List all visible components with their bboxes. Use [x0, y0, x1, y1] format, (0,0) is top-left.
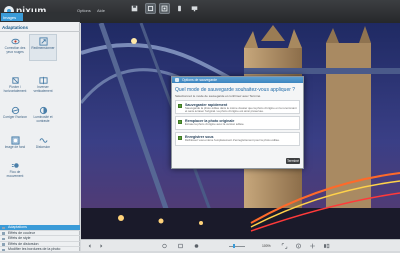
- option-description: Écrase la photo d'origine avec la versio…: [185, 122, 245, 126]
- tool-rotate[interactable]: Pivoter / horizontalement: [2, 74, 28, 99]
- compare-icon[interactable]: [323, 243, 330, 249]
- bottom-toolbar: 100%: [81, 239, 400, 251]
- screen-tool-button[interactable]: [189, 3, 200, 14]
- tool-label: Redimensionner: [31, 46, 55, 50]
- rotate-icon: [11, 77, 19, 84]
- tool-background[interactable]: Image de fond: [2, 134, 28, 159]
- tool-distort[interactable]: Distorsion: [30, 134, 56, 159]
- fullscreen-icon[interactable]: [281, 243, 288, 249]
- category-borders[interactable]: Modifier les bordures de la photo: [0, 247, 80, 253]
- dialog-icon: [175, 78, 179, 82]
- photo-canvas[interactable]: Options de sauvegarde Quel mode de sauve…: [81, 23, 400, 239]
- tool-red-eye[interactable]: Correction des yeux rouges: [2, 35, 28, 60]
- tool-label: Inverser verticalement: [33, 85, 53, 93]
- mobile-tool-button[interactable]: [174, 3, 185, 14]
- tool-horizon[interactable]: Corriger l'horizon: [2, 104, 28, 129]
- zoom-out-icon[interactable]: [161, 243, 168, 249]
- done-button[interactable]: Terminé: [286, 158, 300, 164]
- monitor-icon: [191, 6, 198, 12]
- fit-icon[interactable]: [177, 243, 184, 249]
- tool-label: Image de fond: [4, 145, 26, 149]
- grid-icon[interactable]: [309, 243, 316, 249]
- tool-label: Pivoter / horizontalement: [3, 85, 27, 93]
- zoom-slider[interactable]: [229, 244, 245, 248]
- checkbox-icon[interactable]: [178, 120, 182, 124]
- help-link[interactable]: Aide: [97, 8, 105, 13]
- info-icon[interactable]: [295, 243, 302, 249]
- sidebar-tabbar: Images: [0, 12, 80, 22]
- edit-tool-button[interactable]: [145, 3, 156, 14]
- tool-brightness[interactable]: Luminosité et contraste: [30, 104, 56, 129]
- frame-tool-button[interactable]: [159, 3, 170, 14]
- dialog-title: Options de sauvegarde: [182, 78, 218, 82]
- zoom-level: 100%: [262, 244, 271, 248]
- category-list: Adaptations Effets de couleur Effets de …: [0, 225, 80, 253]
- tool-label: Luminosité et contraste: [33, 115, 53, 123]
- tool-flip[interactable]: Inverser verticalement: [30, 74, 56, 99]
- dialog-titlebar: Options de sauvegarde: [172, 77, 303, 83]
- tool-resize[interactable]: Redimensionner: [29, 34, 57, 61]
- option-description: Définissez vous-même l'emplacement d'enr…: [185, 138, 280, 142]
- sidebar-section-title: Adaptations: [0, 24, 80, 32]
- frame-icon: [161, 5, 168, 12]
- dialog-question: Quel mode de sauvegarde souhaitez-vous a…: [175, 87, 296, 93]
- eye-icon: [10, 38, 20, 45]
- option-replace-original[interactable]: Remplacer la photo originale Écrase la p…: [175, 116, 300, 130]
- save-icon: [131, 5, 138, 12]
- checkbox-icon[interactable]: [178, 136, 182, 140]
- distort-icon: [38, 138, 48, 143]
- background-icon: [10, 136, 20, 145]
- horizon-icon: [11, 106, 19, 115]
- tool-motion-blur[interactable]: Flou de mouvement: [2, 159, 28, 184]
- brightness-icon: [39, 106, 47, 115]
- tool-label: Flou de mouvement: [6, 170, 24, 178]
- option-save-as[interactable]: Enregistrer sous Définissez vous-même l'…: [175, 132, 300, 146]
- checkbox-icon[interactable]: [178, 104, 182, 108]
- dialog-description: Sélectionnez le mode de sauvegarde et co…: [175, 94, 261, 98]
- tool-label: Correction des yeux rouges: [4, 46, 26, 54]
- option-quick-save[interactable]: Sauvegarder rapidement Sauvegarde la pho…: [175, 100, 300, 114]
- resize-icon: [38, 37, 48, 46]
- zoom-in-icon[interactable]: [193, 243, 200, 249]
- option-description: Sauvegarde la photo éditée dans le même …: [185, 106, 297, 114]
- blur-icon: [11, 163, 19, 168]
- zoom-track[interactable]: [229, 244, 245, 248]
- save-tool-button[interactable]: [129, 3, 140, 14]
- images-tab-button[interactable]: Images: [1, 13, 23, 21]
- flip-icon: [38, 76, 48, 85]
- save-options-dialog: Options de sauvegarde Quel mode de sauve…: [171, 76, 304, 169]
- undo-icon[interactable]: [87, 243, 94, 249]
- zoom-thumb[interactable]: [233, 244, 235, 248]
- redo-icon[interactable]: [97, 243, 104, 249]
- tool-label: Corriger l'horizon: [2, 115, 28, 119]
- phone-icon: [178, 5, 181, 12]
- left-sidebar: Images Adaptations Correction des yeux r…: [0, 12, 80, 253]
- crop-icon: [147, 5, 154, 12]
- tool-label: Distorsion: [35, 145, 51, 149]
